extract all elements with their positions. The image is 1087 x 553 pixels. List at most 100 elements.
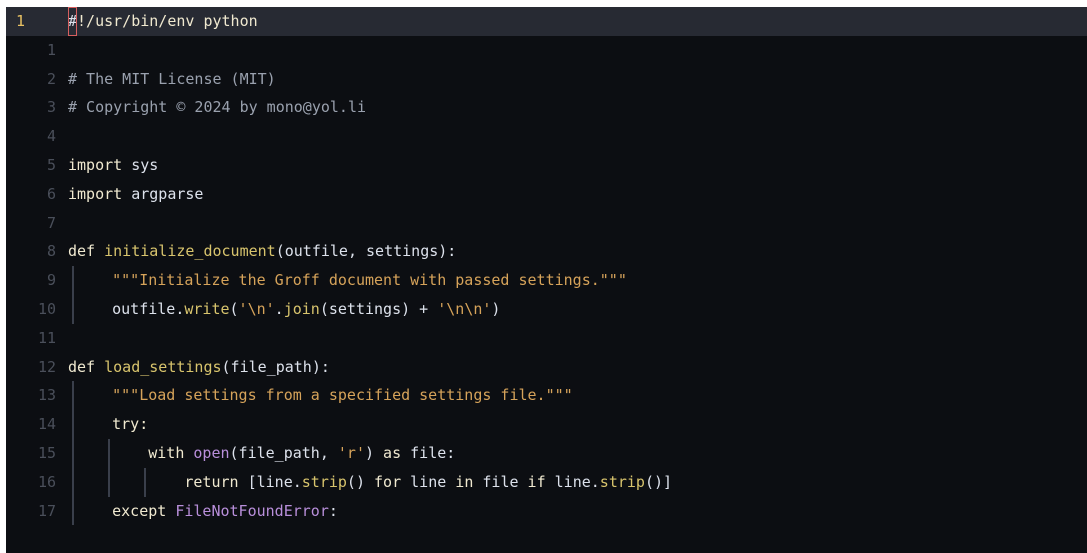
- code-token: as: [383, 443, 411, 462]
- code-token: (settings) +: [319, 299, 438, 318]
- code-token: file:: [410, 443, 456, 462]
- line-number: 4: [46, 127, 56, 146]
- line-number: 9: [46, 271, 56, 290]
- code-text: """Initialize the Groff document with pa…: [112, 266, 627, 295]
- line-number: 14: [37, 415, 56, 434]
- code-token: (: [229, 299, 239, 318]
- line-number: 16: [37, 472, 56, 491]
- code-token: file: [482, 472, 528, 491]
- code-token: def: [68, 242, 105, 261]
- code-token: join: [283, 299, 320, 318]
- line-number: 17: [37, 501, 56, 520]
- code-line[interactable]: 6 import argparse: [6, 180, 1087, 209]
- line-number: 8: [46, 242, 56, 261]
- code-token: if: [527, 472, 555, 491]
- code-text: def initialize_document(outfile, setting…: [68, 237, 456, 266]
- line-number: 3: [46, 98, 56, 117]
- code-line[interactable]: 2 # The MIT License (MIT): [6, 65, 1087, 94]
- code-text: # The MIT License (MIT): [68, 65, 276, 94]
- code-token: sys: [131, 155, 159, 174]
- code-token: [line.: [247, 472, 302, 491]
- code-token: initialize_document: [104, 242, 276, 261]
- code-token: load_settings: [104, 357, 222, 376]
- line-number: 7: [46, 213, 56, 232]
- code-token: """Load settings from a specified settin…: [112, 386, 573, 405]
- code-text: import sys: [68, 151, 158, 180]
- code-token: '\n\n': [437, 299, 492, 318]
- code-token: """Initialize the Groff document with pa…: [112, 271, 627, 290]
- code-line[interactable]: 12 def load_settings(file_path):: [6, 353, 1087, 382]
- code-token: ): [364, 443, 384, 462]
- code-token: (file_path):: [221, 357, 330, 376]
- code-token: (file_path,: [229, 443, 338, 462]
- code-token: open: [193, 443, 230, 462]
- code-token: .: [274, 299, 284, 318]
- code-text: return [line.strip() for line in file if…: [184, 468, 672, 497]
- code-line[interactable]: 16 return [line.strip() for line in file …: [6, 467, 1087, 497]
- code-text: """Load settings from a specified settin…: [112, 381, 573, 410]
- line-number: 5: [46, 155, 56, 174]
- code-token: import: [68, 155, 132, 174]
- code-token: FileNotFoundError: [175, 501, 329, 520]
- code-token: return: [184, 472, 248, 491]
- text-cursor: #: [68, 7, 78, 36]
- code-line[interactable]: 10 outfile.write('\n'.join(settings) + '\…: [6, 294, 1087, 324]
- code-line[interactable]: 17 except FileNotFoundError:: [6, 496, 1087, 526]
- code-token: strip: [599, 472, 645, 491]
- code-line[interactable]: 5 import sys: [6, 151, 1087, 180]
- code-line[interactable]: 8 def initialize_document(outfile, settin…: [6, 237, 1087, 266]
- indent-guide: [72, 410, 74, 439]
- line-number: 12: [37, 357, 56, 376]
- code-text: import argparse: [68, 180, 203, 209]
- code-token: in: [455, 472, 483, 491]
- code-line[interactable]: 9 """Initialize the Groff document with p…: [6, 266, 1087, 295]
- indent-guide: [72, 496, 74, 526]
- code-token: (): [346, 472, 375, 491]
- line-number: 15: [37, 443, 56, 462]
- code-token: # The MIT License (MIT): [68, 69, 276, 88]
- indent-guide: [72, 467, 74, 497]
- code-token: except: [112, 501, 176, 520]
- code-line[interactable]: 15 with open(file_path, 'r') as file:: [6, 438, 1087, 468]
- code-text: #!/usr/bin/env python: [68, 7, 258, 36]
- indent-guide: [108, 467, 111, 497]
- code-text: except FileNotFoundError:: [112, 497, 338, 526]
- code-text: # Copyright © 2024 by mono@yol.li: [68, 93, 366, 122]
- code-line[interactable]: 14 try:: [6, 410, 1087, 439]
- current-line[interactable]: 1 #!/usr/bin/env python: [6, 7, 1087, 36]
- line-number: 1: [46, 40, 56, 59]
- code-line[interactable]: 11: [6, 324, 1087, 353]
- code-line[interactable]: 13 """Load settings from a specified sett…: [6, 381, 1087, 411]
- code-token: line: [410, 472, 456, 491]
- code-line[interactable]: 1: [6, 36, 1087, 65]
- code-token: write: [184, 299, 230, 318]
- indent-guide: [72, 381, 74, 411]
- code-token: !/usr/bin/env python: [77, 12, 258, 30]
- indent-guide: [72, 294, 74, 324]
- indent-guide: [108, 438, 111, 468]
- code-token: outfile.: [112, 299, 185, 318]
- code-text: try:: [112, 410, 148, 439]
- code-line[interactable]: 7: [6, 209, 1087, 238]
- code-token: # Copyright © 2024 by mono@yol.li: [68, 98, 367, 117]
- code-editor[interactable]: 1 #!/usr/bin/env python 1 2 # The MIT Licens…: [6, 7, 1087, 553]
- code-token: ()]: [644, 472, 673, 491]
- code-text: with open(file_path, 'r') as file:: [148, 439, 455, 468]
- line-number: 2: [46, 69, 56, 88]
- code-token: import: [68, 184, 132, 203]
- line-number: 11: [37, 328, 56, 347]
- code-line[interactable]: 4: [6, 122, 1087, 151]
- indent-guide: [72, 266, 74, 295]
- code-token: :: [328, 501, 338, 520]
- code-token: for: [374, 472, 411, 491]
- code-token: def: [68, 357, 105, 376]
- code-text: outfile.write('\n'.join(settings) + '\n\…: [112, 295, 500, 324]
- line-number: 13: [37, 386, 56, 405]
- code-line[interactable]: 3 # Copyright © 2024 by mono@yol.li: [6, 93, 1087, 122]
- code-token: 'r': [337, 443, 365, 462]
- code-token: ): [491, 299, 501, 318]
- code-token: argparse: [131, 184, 204, 203]
- line-number: 6: [46, 184, 56, 203]
- code-token: strip: [301, 472, 347, 491]
- indent-guide: [72, 438, 74, 468]
